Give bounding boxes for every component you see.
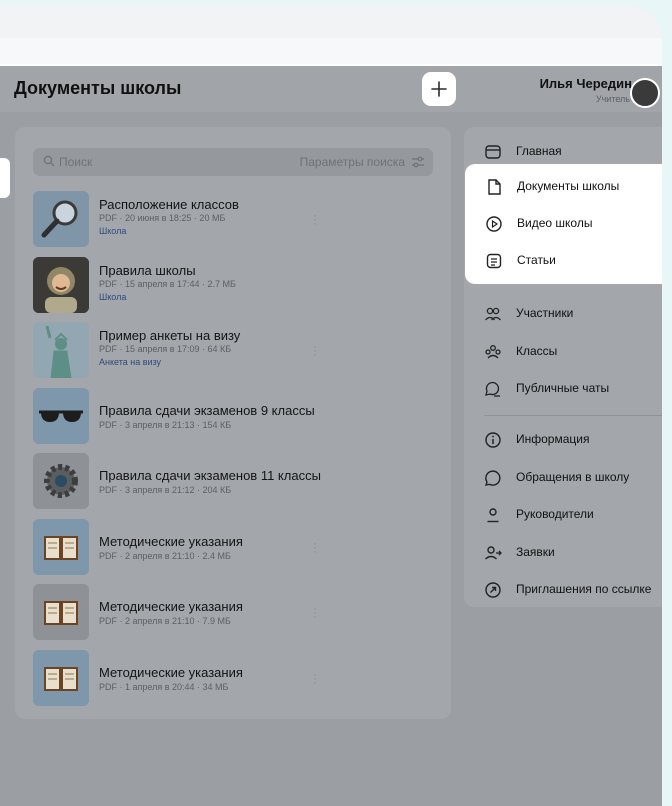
- statue-of-liberty-thumbnail: [33, 322, 89, 378]
- person-icon: [487, 508, 499, 523]
- magnifier-thumbnail: [33, 191, 89, 247]
- nav-item-appeals[interactable]: Обращения в школу: [464, 459, 662, 497]
- chats-icon: [485, 381, 500, 397]
- search-params-link[interactable]: Параметры поиска: [300, 155, 405, 169]
- document-meta: PDF · 2 апреля в 21:10 · 2.4 МБ: [99, 550, 231, 561]
- list-item[interactable]: Правила школы PDF · 15 апреля в 17:44 · …: [33, 256, 433, 323]
- nav-label: Заявки: [516, 544, 555, 559]
- list-item[interactable]: Правила сдачи экзаменов 9 классы PDF · 3…: [33, 387, 433, 454]
- document-tag[interactable]: Школа: [99, 226, 126, 236]
- add-button[interactable]: [422, 72, 456, 106]
- nav-item-info[interactable]: Информация: [464, 421, 662, 459]
- user-name[interactable]: Илья Чередин: [540, 76, 632, 91]
- nav-group-admin: Информация Обращения в школу Руководител…: [464, 421, 662, 609]
- list-item[interactable]: Методические указания PDF · 2 апреля в 2…: [33, 584, 433, 650]
- more-icon[interactable]: · · ·: [313, 209, 317, 229]
- browser-top-bar: [0, 6, 662, 38]
- documents-panel: Поиск Параметры поиска Расположение клас…: [15, 127, 451, 719]
- info-icon: [485, 432, 501, 448]
- nav-item-requests[interactable]: Заявки: [464, 534, 662, 572]
- document-title: Пример анкеты на визу: [99, 328, 241, 343]
- more-icon[interactable]: · · ·: [313, 602, 317, 622]
- nav-label: Публичные чаты: [516, 381, 610, 395]
- document-meta: PDF · 1 апреля в 20:44 · 34 МБ: [99, 681, 229, 692]
- nav-group-community: Участники Классы Публичные чаты: [464, 295, 662, 408]
- classes-icon: [485, 344, 501, 358]
- nav-label: Участники: [516, 306, 574, 320]
- document-meta: PDF · 20 июня в 18:25 · 20 МБ: [99, 213, 226, 223]
- search-input[interactable]: Поиск Параметры поиска: [33, 148, 433, 176]
- nav-item-invite-links[interactable]: Приглашения по ссылке: [464, 571, 662, 609]
- document-tag[interactable]: Школа: [99, 292, 126, 302]
- search-placeholder: Поиск: [59, 155, 93, 169]
- document-meta: PDF · 15 апреля в 17:09 · 64 КБ: [99, 344, 232, 354]
- nav-label: Приглашения по ссылке: [516, 582, 652, 596]
- document-meta: PDF · 2 апреля в 21:10 · 7.9 МБ: [99, 616, 231, 626]
- book-thumbnail: [33, 518, 89, 575]
- search-icon: [43, 155, 55, 167]
- document-title: Методические указания: [99, 533, 243, 549]
- user-role: Учитель: [595, 94, 630, 104]
- app-header: Документы школы Илья Чередин Учитель: [0, 66, 662, 112]
- gear-thumbnail: [33, 453, 89, 509]
- page-title: Документы школы: [14, 78, 182, 98]
- plus-icon: [431, 81, 447, 97]
- more-icon[interactable]: · · ·: [313, 668, 317, 688]
- document-meta: PDF · 15 апреля в 17:44 · 2.7 МБ: [99, 278, 236, 289]
- browser-address-bar: [0, 38, 662, 66]
- more-icon[interactable]: · · ·: [313, 340, 317, 360]
- document-meta: PDF · 3 апреля в 21:13 · 154 КБ: [99, 419, 232, 430]
- nav-label: Информация: [516, 432, 590, 446]
- message-icon: [484, 469, 501, 486]
- nav-item-managers[interactable]: Руководители: [464, 496, 662, 534]
- document-title: Правила сдачи экзаменов 9 классы: [99, 402, 315, 418]
- document-tag[interactable]: Анкета на визу: [99, 357, 161, 367]
- document-title: Методические указания: [99, 664, 243, 680]
- nav-label: Руководители: [516, 507, 594, 521]
- list-item[interactable]: Правила сдачи экзаменов 11 классы PDF · …: [33, 453, 433, 519]
- left-side-stub: [0, 158, 10, 198]
- list-item[interactable]: Методические указания PDF · 2 апреля в 2…: [33, 518, 433, 585]
- avatar[interactable]: [630, 78, 660, 108]
- navigation-panel-lower: Участники Классы Публичные чаты Информац…: [464, 127, 662, 607]
- document-title: Расположение классов: [99, 197, 239, 212]
- book-thumbnail: [33, 584, 89, 640]
- astronaut-thumbnail: [33, 256, 89, 313]
- more-icon[interactable]: · · ·: [313, 537, 317, 557]
- nav-divider: [484, 415, 662, 416]
- list-item[interactable]: Методические указания PDF · 1 апреля в 2…: [33, 649, 433, 716]
- link-icon: [485, 582, 501, 598]
- document-meta: PDF · 3 апреля в 21:12 · 204 КБ: [99, 485, 232, 495]
- nav-label: Обращения в школу: [516, 469, 630, 484]
- book-thumbnail: [33, 649, 89, 706]
- filter-icon[interactable]: [411, 156, 425, 168]
- nav-item-classes[interactable]: Классы: [464, 333, 662, 371]
- nav-item-members[interactable]: Участники: [464, 295, 662, 333]
- requests-icon: [485, 545, 502, 560]
- device-frame: Документы школы Илья Чередин Учитель Пои…: [0, 6, 662, 806]
- list-item[interactable]: Расположение классов PDF · 20 июня в 18:…: [33, 191, 433, 257]
- users-icon: [485, 307, 501, 321]
- documents-list: Расположение классов PDF · 20 июня в 18:…: [33, 191, 433, 715]
- document-title: Правила школы: [99, 262, 196, 278]
- list-item[interactable]: Пример анкеты на визу PDF · 15 апреля в …: [33, 322, 433, 388]
- document-title: Методические указания: [99, 599, 243, 614]
- nav-label: Классы: [516, 343, 558, 358]
- sunglasses-thumbnail: [33, 387, 89, 444]
- nav-item-public-chats[interactable]: Публичные чаты: [464, 370, 662, 408]
- app-screen: Документы школы Илья Чередин Учитель Пои…: [0, 66, 662, 806]
- document-title: Правила сдачи экзаменов 11 классы: [99, 468, 321, 483]
